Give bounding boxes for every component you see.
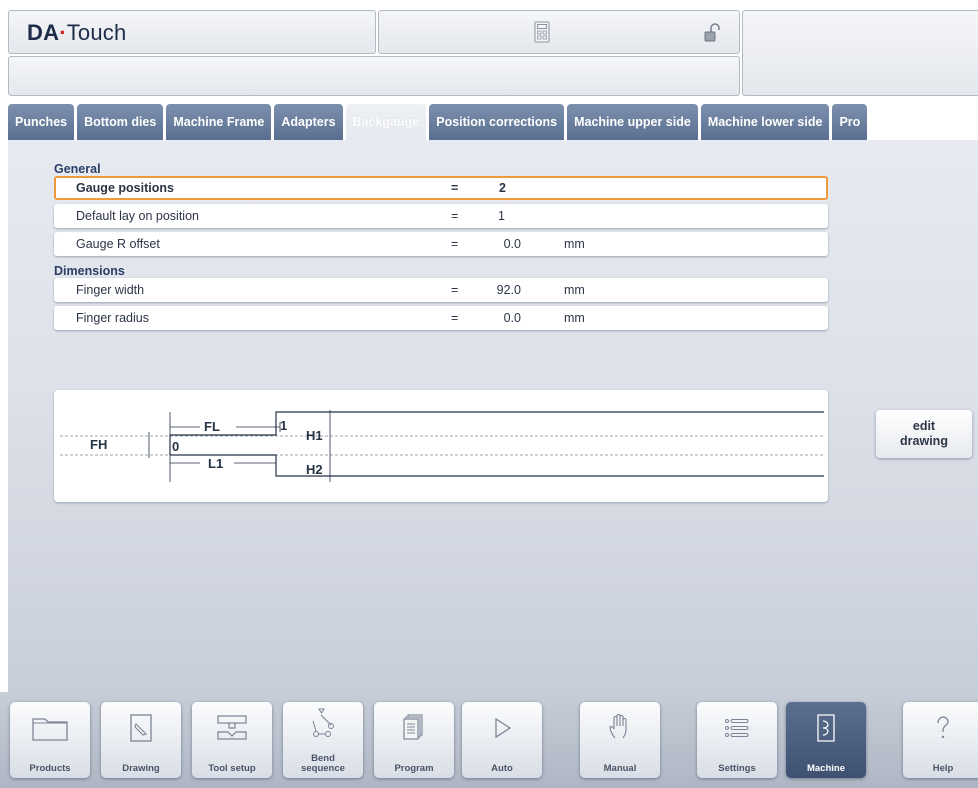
param-row-finger-width[interactable]: Finger width = 92.0 mm	[54, 278, 828, 302]
dim-label-h1: H1	[306, 428, 323, 443]
param-row-finger-radius[interactable]: Finger radius = 0.0 mm	[54, 306, 828, 330]
finger-drawing[interactable]: FH FL 1 H1 0 L1 H2	[54, 390, 828, 502]
brand-logo: DA·Touch	[27, 20, 127, 45]
folder-icon	[10, 708, 90, 748]
edit-drawing-button[interactable]: edit drawing	[876, 410, 972, 458]
nav-program-button[interactable]: Program	[374, 702, 454, 778]
nav-bend-sequence-button[interactable]: Bend sequence	[283, 702, 363, 778]
nav-label: Auto	[491, 763, 513, 774]
param-value: 0.0	[503, 237, 521, 251]
unlock-icon[interactable]	[704, 23, 720, 48]
nav-label: Products	[29, 763, 71, 774]
backgauge-content: General Gauge positions = 2 Default lay …	[8, 140, 978, 692]
nav-help-button[interactable]: Help	[903, 702, 978, 778]
pencil-icon	[101, 708, 181, 748]
nav-label: Manual	[603, 763, 637, 774]
tab-punches[interactable]: Punches	[8, 104, 75, 140]
tab-pro[interactable]: Pro	[832, 104, 868, 140]
param-label: Default lay on position	[76, 209, 199, 223]
dim-label-one: 1	[280, 418, 288, 433]
nav-label: Program	[394, 763, 434, 774]
param-value: 92.0	[496, 283, 521, 297]
edit-drawing-label-2: drawing	[900, 434, 948, 448]
nav-label: Machine	[806, 763, 845, 774]
param-row-gauge-r-offset[interactable]: Gauge R offset = 0.0 mm	[54, 232, 828, 256]
param-equals: =	[451, 209, 459, 223]
tab-machine-lower-side[interactable]: Machine lower side	[700, 104, 830, 140]
nav-label: Drawing	[122, 763, 160, 774]
nav-label: Settings	[718, 763, 756, 774]
nav-machine-button[interactable]: Machine	[786, 702, 866, 778]
info-panel	[742, 10, 978, 96]
bottom-nav: Products Drawing Tool setup Bend sequenc…	[0, 692, 978, 788]
param-equals: =	[451, 181, 459, 195]
tab-adapters[interactable]: Adapters	[274, 104, 343, 140]
param-label: Gauge positions	[76, 181, 174, 195]
param-label: Finger width	[76, 283, 145, 297]
nav-label: Bend sequence	[301, 753, 345, 774]
param-row-gauge-positions[interactable]: Gauge positions = 2	[54, 176, 828, 200]
dim-label-fh: FH	[90, 437, 108, 452]
brand-panel: DA·Touch	[8, 10, 376, 54]
param-equals: =	[451, 237, 459, 251]
nav-label: Help	[932, 763, 954, 774]
param-row-default-lay-on-position[interactable]: Default lay on position = 1	[54, 204, 828, 228]
tab-bottom-dies[interactable]: Bottom dies	[77, 104, 164, 140]
param-label: Finger radius	[76, 311, 149, 325]
nav-settings-button[interactable]: Settings	[697, 702, 777, 778]
nav-auto-button[interactable]: Auto	[462, 702, 542, 778]
param-equals: =	[451, 283, 459, 297]
machine-icon	[786, 708, 866, 748]
nav-drawing-button[interactable]: Drawing	[101, 702, 181, 778]
calculator-icon[interactable]	[534, 21, 550, 48]
nav-manual-button[interactable]: Manual	[580, 702, 660, 778]
dim-label-l1: L1	[208, 456, 224, 471]
param-value: 0.0	[503, 311, 521, 325]
dim-label-zero: 0	[172, 439, 180, 454]
tab-machine-frame[interactable]: Machine Frame	[166, 104, 272, 140]
hand-icon	[580, 708, 660, 748]
tool-setup-icon	[192, 708, 272, 748]
param-unit: mm	[564, 237, 585, 251]
play-icon	[462, 708, 542, 748]
dim-label-h2: H2	[306, 462, 323, 477]
tab-machine-upper-side[interactable]: Machine upper side	[567, 104, 698, 140]
nav-label: Tool setup	[208, 763, 256, 774]
program-icon	[374, 708, 454, 748]
param-value: 1	[498, 209, 505, 223]
section-title-general: General	[54, 162, 101, 176]
param-unit: mm	[564, 311, 585, 325]
param-value: 2	[499, 181, 506, 195]
param-label: Gauge R offset	[76, 237, 160, 251]
param-unit: mm	[564, 283, 585, 297]
question-icon	[903, 708, 978, 748]
section-title-dimensions: Dimensions	[54, 264, 125, 278]
status-panel	[378, 10, 740, 54]
tab-backgauge[interactable]: Backgauge	[345, 104, 427, 140]
edit-drawing-label-1: edit	[912, 419, 936, 433]
list-icon	[697, 708, 777, 748]
message-bar	[8, 56, 740, 96]
tab-position-corrections[interactable]: Position corrections	[429, 104, 565, 140]
param-equals: =	[451, 311, 459, 325]
dim-label-fl: FL	[204, 419, 220, 434]
tab-bar: Punches Bottom dies Machine Frame Adapters B…	[8, 104, 978, 140]
nav-tool-setup-button[interactable]: Tool setup	[192, 702, 272, 778]
nav-products-button[interactable]: Products	[10, 702, 90, 778]
bend-sequence-icon	[283, 704, 363, 744]
